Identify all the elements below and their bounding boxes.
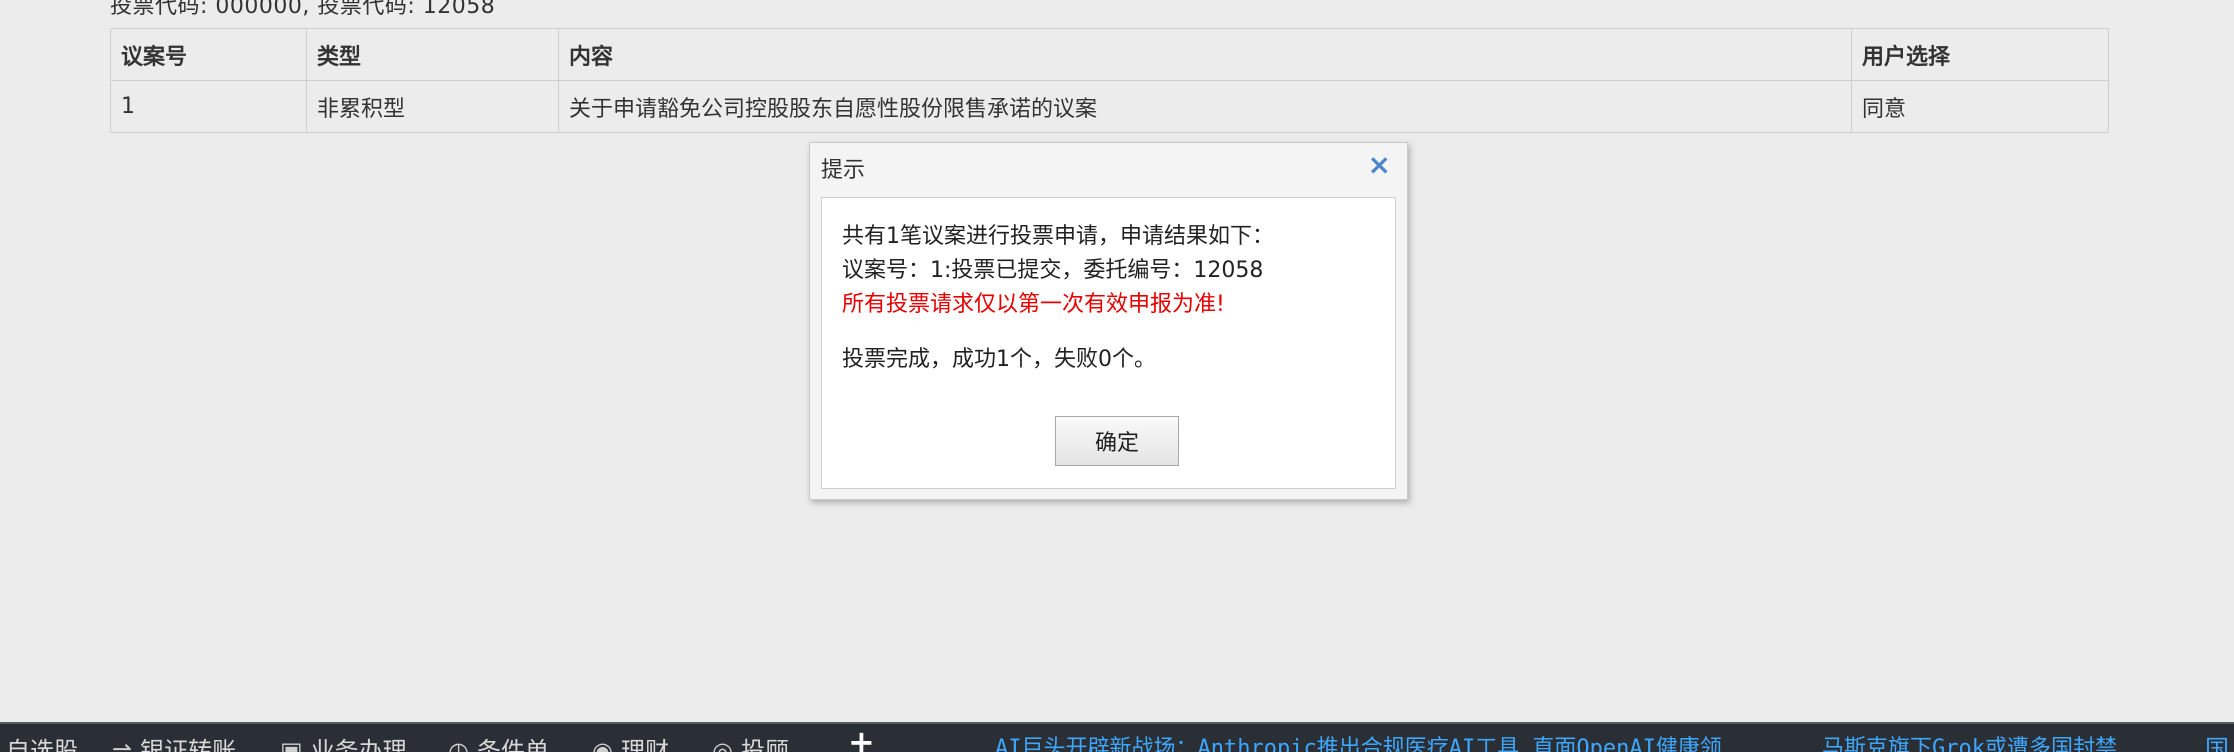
advisor-icon: ◎: [712, 737, 733, 752]
taskbar-item-advisor[interactable]: ◎ 投顾: [712, 731, 789, 752]
taskbar-item-bank-transfer[interactable]: ⇌ 银证转账: [112, 731, 236, 752]
news-ticker-item[interactable]: AI巨头开辟新战场：Anthropic推出合规医疗AI工具 直面OpenAI健康…: [995, 730, 1722, 752]
taskbar-label: 自选股: [6, 737, 78, 752]
taskbar-label: 业务办理: [310, 737, 407, 752]
result-intro: 共有1笔议案进行投票申请，申请结果如下：: [842, 224, 1274, 249]
taskbar-item-conditional-order[interactable]: ◷ 条件单: [448, 731, 549, 752]
summary-text: 投票完成，成功1个，失败0个。: [842, 347, 1156, 372]
header-user-choice: 用户选择: [1851, 28, 2109, 81]
result-detail: 议案号：1:投票已提交，委托编号：12058: [842, 258, 1264, 283]
cell-motion-no: 1: [110, 80, 307, 133]
cell-type: 非累积型: [306, 80, 559, 133]
target-icon: ◉: [592, 737, 613, 752]
taskbar-item-watchlist[interactable]: 自选股: [6, 731, 78, 752]
taskbar-label: 银证转账: [140, 737, 237, 752]
taskbar-item-business[interactable]: ▣ 业务办理: [280, 731, 407, 752]
dialog-title: 提示: [821, 158, 866, 183]
cell-content: 关于申请豁免公司控股股东自愿性股份限售承诺的议案: [558, 80, 1852, 133]
document-icon: ▣: [280, 737, 303, 752]
dialog-body: 共有1笔议案进行投票申请，申请结果如下： 议案号：1:投票已提交，委托编号：12…: [821, 197, 1396, 489]
taskbar-divider: [0, 722, 2234, 724]
alert-dialog: 提示 × 共有1笔议案进行投票申请，申请结果如下： 议案号：1:投票已提交，委托…: [809, 142, 1408, 500]
motions-table: 议案号 类型 内容 用户选择 1 非累积型 关于申请豁免公司控股股东自愿性股份限…: [110, 28, 2109, 133]
header-motion-no: 议案号: [110, 28, 307, 81]
news-ticker-item[interactable]: 马斯克旗下Grok或遭多国封禁: [1822, 730, 2117, 752]
taskbar-tail: 国: [2205, 735, 2229, 752]
taskbar-label: 投顾: [740, 737, 789, 752]
warning-text: 所有投票请求仅以第一次有效申报为准!: [842, 292, 1225, 317]
transfer-icon: ⇌: [112, 737, 133, 752]
table-header-row: 议案号 类型 内容 用户选择: [110, 28, 2109, 81]
table-row: 1 非累积型 关于申请豁免公司控股股东自愿性股份限售承诺的议案 同意: [110, 80, 2109, 133]
taskbar-label: 条件单: [476, 737, 549, 752]
cell-user-choice: 同意: [1851, 80, 2109, 133]
top-cut-text: 投票代码: 000000, 投票代码: 12058: [110, 0, 496, 19]
header-type: 类型: [306, 28, 559, 81]
bottom-taskbar: 自选股 ⇌ 银证转账 ▣ 业务办理 ◷ 条件单 ◉ 理财 ◎ 投顾 + AI巨头开辟新战场…: [0, 722, 2234, 752]
taskbar-label: 理财: [620, 737, 669, 752]
close-icon[interactable]: ×: [1368, 151, 1391, 179]
taskbar-item-wealth[interactable]: ◉ 理财: [592, 731, 669, 752]
header-content: 内容: [558, 28, 1852, 81]
add-icon[interactable]: +: [848, 726, 884, 752]
clock-icon: ◷: [448, 737, 469, 752]
ok-button[interactable]: 确定: [1055, 416, 1179, 466]
